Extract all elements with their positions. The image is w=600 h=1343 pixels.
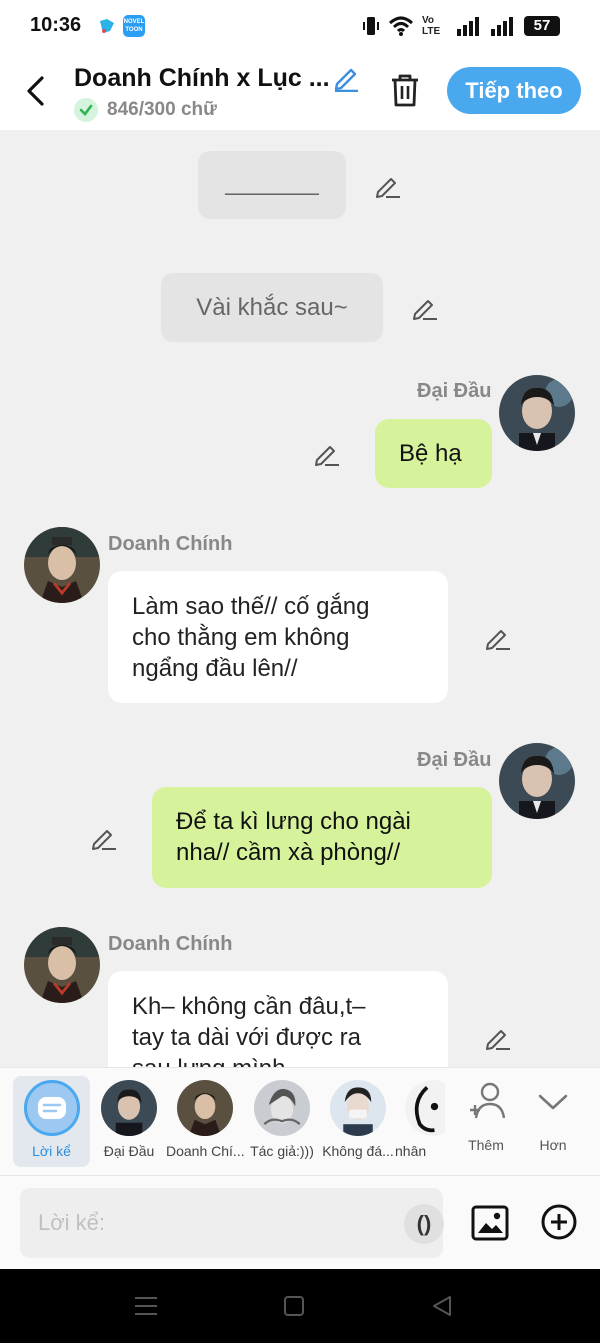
message-bubble-right[interactable]: Để ta kì lưng cho ngài nha// cầm xà phòn… [152,787,492,888]
add-character-button[interactable]: Thêm [456,1080,516,1153]
parenthesis-button[interactable]: () [404,1204,444,1244]
app-notification-icon [100,19,114,33]
narration-bubble[interactable]: Vài khắc sau~ [161,273,383,342]
home-icon[interactable] [284,1296,304,1316]
edit-pencil-icon[interactable] [374,172,402,200]
word-count: 846/300 chữ [107,99,217,120]
speaker-name: Doanh Chính [108,933,233,955]
character-avatar [330,1080,386,1136]
edit-pencil-icon[interactable] [313,440,341,468]
check-icon [74,98,98,122]
more-characters-button[interactable]: Hơn [523,1080,583,1153]
edit-pencil-icon[interactable] [411,294,439,322]
edit-title-icon[interactable] [332,64,360,92]
edit-pencil-icon[interactable] [484,624,512,652]
battery-icon: 57 [524,16,560,36]
status-bar: 10:36 NOVEL TOON Vo LTE 57 [0,0,600,52]
speaker-name: Doanh Chính [108,533,233,555]
add-user-icon [470,1082,506,1119]
character-avatar [405,1080,445,1136]
narration-bubble[interactable]: _______ [198,151,346,219]
character-avatar [101,1080,157,1136]
image-icon[interactable] [470,1203,510,1243]
narrator-avatar [23,1080,80,1136]
character-option[interactable]: Đại Đầu [90,1076,168,1168]
character-option[interactable]: Doanh Chí... [166,1076,244,1168]
speaker-name: Đại Đầu [417,749,492,771]
signal-icon-2 [491,17,513,36]
character-selector: Lời kể Đại Đầu Doanh Chí... Tác giả:))) … [0,1067,600,1175]
input-container: () [20,1188,444,1258]
input-bar: () [0,1175,600,1269]
back-arrow-icon[interactable] [22,74,52,108]
message-bubble-right[interactable]: Bệ hạ [375,419,492,488]
novel-toon-icon: NOVEL TOON [123,15,145,37]
character-avatar [254,1080,310,1136]
avatar-doanh-chinh[interactable] [24,527,100,603]
message-bubble-left[interactable]: Làm sao thế// cố gắng cho thằng em không… [108,571,448,703]
signal-icon [457,17,479,36]
edit-pencil-icon[interactable] [90,824,118,852]
system-nav-bar [0,1269,600,1343]
edit-pencil-icon[interactable] [484,1024,512,1052]
avatar-dai-dau[interactable] [499,375,575,451]
message-bubble-left[interactable]: Kh– không cần đâu,t– tay ta dài với được… [108,971,448,1067]
chevron-down-icon [538,1094,568,1110]
trash-icon[interactable] [388,72,422,108]
chat-area[interactable]: _______ Vài khắc sau~ Đại Đầu Bệ hạ Doan… [0,130,600,1067]
character-option[interactable]: Tác giả:))) [243,1076,321,1168]
recents-icon[interactable] [133,1295,159,1317]
avatar-dai-dau[interactable] [499,743,575,819]
network-type: Vo LTE [422,15,441,37]
character-option[interactable]: Không đá... [319,1076,397,1168]
editor-header: Doanh Chính x Lục ... 846/300 chữ Tiếp t… [0,52,600,130]
status-time: 10:36 [30,14,82,36]
vibrate-icon [363,17,379,35]
nav-back-icon[interactable] [430,1294,454,1318]
narration-input[interactable] [38,1206,378,1240]
speaker-name: Đại Đầu [417,380,492,402]
story-title: Doanh Chính x Lục ... [74,64,330,92]
avatar-doanh-chinh[interactable] [24,927,100,1003]
wifi-icon [388,16,414,36]
system-icons: Vo LTE 57 [362,14,560,38]
character-option[interactable]: nhân [393,1076,445,1168]
chat-bubble-icon [37,1097,66,1119]
character-avatar [177,1080,233,1136]
narrator-option[interactable]: Lời kể [13,1076,90,1167]
add-circle-icon[interactable] [540,1203,578,1241]
next-button[interactable]: Tiếp theo [447,67,581,114]
